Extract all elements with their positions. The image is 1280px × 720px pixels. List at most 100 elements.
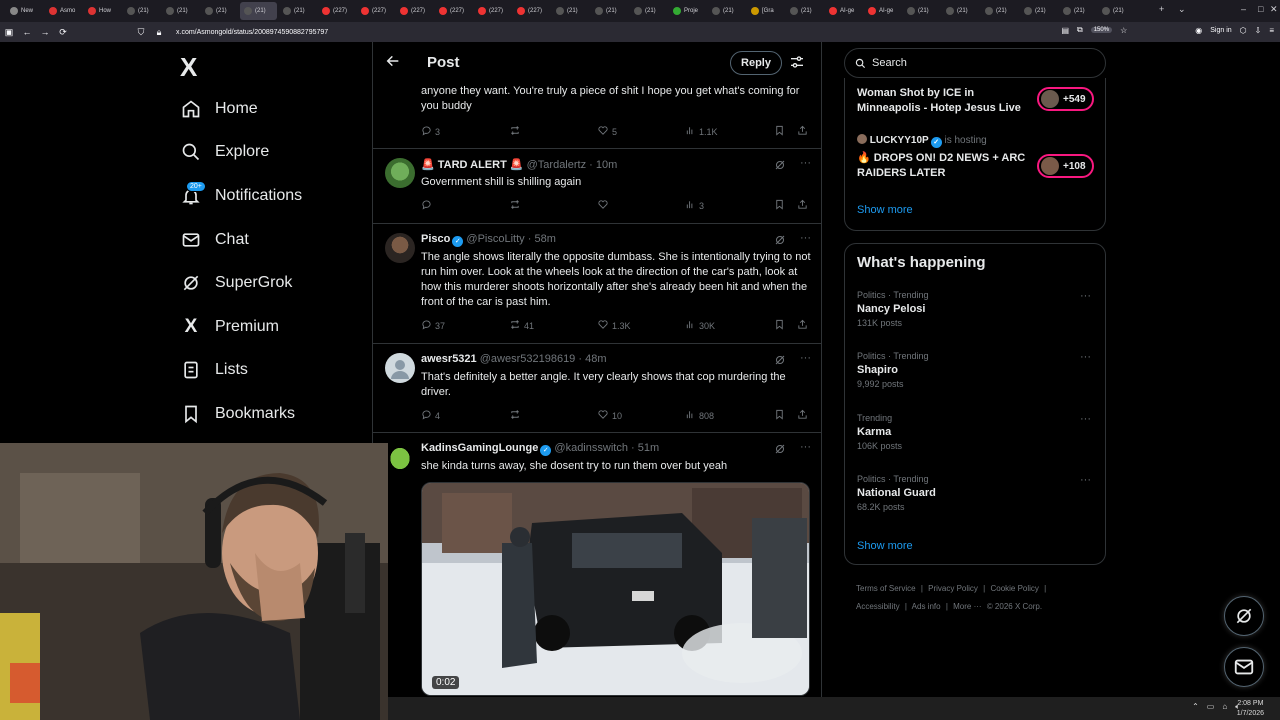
url-bar[interactable]: x.com/Asmongold/status/20089745908827957… (176, 29, 328, 36)
search-input[interactable]: Search (844, 48, 1106, 78)
browser-tab[interactable]: (227) (318, 2, 355, 20)
browser-tab[interactable]: (21) (123, 2, 160, 20)
sidebar-item-bookmarks[interactable]: Bookmarks (180, 399, 295, 429)
like-button[interactable]: 1.3K (597, 319, 631, 332)
share-button[interactable] (797, 199, 808, 212)
downloads-icon[interactable]: ⇩ (1255, 26, 1262, 35)
footer-link-ads-info[interactable]: Ads info (912, 602, 941, 611)
trend-item[interactable]: Politics · Trending Nancy Pelosi 131K po… (857, 290, 1097, 328)
tweet-author-name[interactable]: Pisco (421, 233, 450, 245)
more-options-icon[interactable]: ··· (1080, 290, 1091, 302)
sidebar-item-supergrok[interactable]: SuperGrok (180, 268, 292, 298)
sidebar-item-chat[interactable]: Chat (180, 225, 249, 255)
browser-tab[interactable]: New (6, 2, 43, 20)
repost-button[interactable]: 41 (509, 319, 534, 332)
views-button[interactable]: 30K (685, 319, 715, 332)
browser-tab[interactable]: (21) (942, 2, 979, 20)
tweet-author-name[interactable]: awesr5321 (421, 353, 477, 365)
browser-tab[interactable]: (21) (552, 2, 589, 20)
grok-icon[interactable] (774, 233, 786, 251)
browser-tab[interactable]: (21) (1020, 2, 1057, 20)
tab-list-chevron-icon[interactable]: ⌄ (1178, 4, 1186, 15)
tweet-author-name[interactable]: 🚨 TARD ALERT 🚨 (421, 159, 524, 171)
share-button[interactable] (797, 125, 808, 138)
bookmark-button[interactable] (774, 319, 785, 332)
browser-tab[interactable]: Proje (669, 2, 706, 20)
browser-tab[interactable]: AI-ge (864, 2, 901, 20)
trend-item[interactable]: Politics · Trending National Guard 68.2K… (857, 474, 1097, 512)
screenshot-icon[interactable]: ⧉ (1077, 25, 1083, 35)
tweet-author-name[interactable]: KadinsGamingLounge (421, 442, 538, 454)
more-options-icon[interactable]: ··· (800, 353, 811, 371)
like-button[interactable] (597, 199, 612, 212)
tweet-awesr[interactable]: awesr5321 @awesr532198619 · 48m That's d… (373, 344, 821, 433)
browser-tab[interactable]: [Gra (747, 2, 784, 20)
reader-view-icon[interactable]: ▤ (1061, 26, 1069, 35)
like-button[interactable]: 5 (597, 125, 617, 138)
more-options-icon[interactable]: ··· (800, 233, 811, 251)
sidebar-item-home[interactable]: Home (180, 94, 258, 124)
share-button[interactable] (797, 409, 808, 422)
tweet-author-handle[interactable]: @awesr532198619 (480, 353, 576, 365)
tweet-author-handle[interactable]: @Tardalertz (527, 159, 586, 171)
sidebar-item-lists[interactable]: Lists (180, 355, 248, 385)
browser-tab[interactable]: (227) (357, 2, 394, 20)
browser-tab[interactable]: (227) (474, 2, 511, 20)
tray-chevron-icon[interactable]: ⌃ (1192, 702, 1199, 712)
footer-link-more[interactable]: More ··· (953, 602, 981, 611)
forward-button[interactable]: → (36, 27, 54, 37)
sidebar-toggle-icon[interactable]: ▣ (0, 27, 18, 38)
browser-tab[interactable]: (21) (786, 2, 823, 20)
browser-tab[interactable]: (21) (240, 2, 277, 20)
bookmark-button[interactable] (774, 409, 785, 422)
avatar[interactable] (385, 158, 415, 188)
browser-tab[interactable]: (21) (1059, 2, 1096, 20)
browser-tab[interactable]: (21) (903, 2, 940, 20)
bookmark-button[interactable] (774, 199, 785, 212)
like-button[interactable]: 10 (597, 409, 622, 422)
back-button[interactable]: ← (18, 27, 36, 37)
display-icon[interactable]: ▭ (1207, 702, 1215, 712)
live-title[interactable]: 🔥 DROPS ON! D2 NEWS + ARC RAIDERS LATER (857, 151, 1032, 181)
bookmark-star-icon[interactable]: ☆ (1120, 26, 1127, 35)
new-tab-button[interactable]: + (1159, 4, 1164, 14)
minimize-button[interactable]: – (1241, 4, 1246, 14)
avatar[interactable] (385, 233, 415, 263)
avatar[interactable] (385, 442, 415, 472)
bookmark-button[interactable] (774, 125, 785, 138)
grok-icon[interactable] (774, 158, 786, 176)
tweet-author-handle[interactable]: @kadinsswitch (554, 442, 628, 454)
account-icon[interactable]: ◉ (1195, 26, 1202, 35)
grok-icon[interactable] (774, 442, 786, 460)
browser-tab[interactable]: (227) (513, 2, 550, 20)
reload-button[interactable]: ⟳ (54, 27, 72, 38)
menu-icon[interactable]: ≡ (1269, 26, 1274, 35)
browser-tab[interactable]: (227) (435, 2, 472, 20)
browser-tab[interactable]: AI-ge (825, 2, 862, 20)
show-more-link[interactable]: Show more (857, 204, 913, 216)
browser-tab[interactable]: (21) (201, 2, 238, 20)
share-button[interactable] (797, 319, 808, 332)
browser-tab[interactable]: (21) (630, 2, 667, 20)
grok-floating-button[interactable] (1224, 596, 1264, 636)
browser-tab[interactable]: (21) (162, 2, 199, 20)
messages-floating-button[interactable] (1224, 647, 1264, 687)
close-window-button[interactable]: ✕ (1270, 4, 1278, 15)
maximize-button[interactable]: □ (1258, 4, 1263, 14)
tweet-time[interactable]: 48m (585, 353, 606, 365)
sidebar-item-notifications[interactable]: 20+ Notifications (180, 181, 302, 211)
more-options-icon[interactable]: ··· (800, 442, 811, 460)
reply-button[interactable]: 3 (421, 125, 440, 138)
browser-tab[interactable]: (21) (981, 2, 1018, 20)
tweet-author-handle[interactable]: @PiscoLitty (466, 233, 524, 245)
back-arrow-icon[interactable] (385, 53, 401, 74)
x-logo[interactable]: X (180, 52, 197, 83)
network-icon[interactable]: ⌂ (1222, 702, 1227, 712)
live-host-row[interactable]: LUCKYY10P ✓ is hosting (857, 133, 987, 148)
tweet-time[interactable]: 51m (638, 442, 659, 454)
browser-tab[interactable]: (21) (1098, 2, 1135, 20)
footer-link-cookie[interactable]: Cookie Policy (990, 584, 1038, 593)
footer-link-terms[interactable]: Terms of Service (856, 584, 916, 593)
extensions-icon[interactable]: ⬡ (1240, 26, 1247, 35)
repost-button[interactable] (509, 125, 524, 138)
